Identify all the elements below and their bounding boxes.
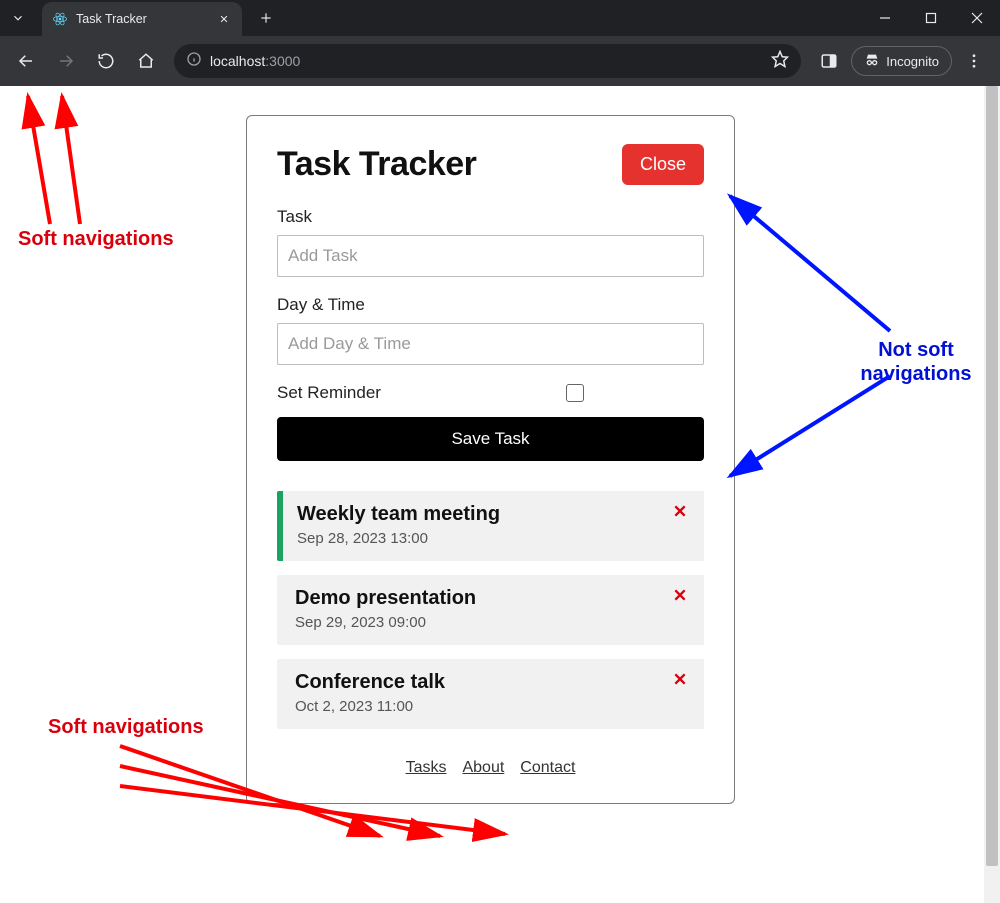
- save-task-button[interactable]: Save Task: [277, 417, 704, 461]
- address-bar[interactable]: localhost:3000: [174, 44, 801, 78]
- new-tab-button[interactable]: [252, 4, 280, 32]
- bookmark-star-icon[interactable]: [771, 50, 789, 73]
- task-tracker-card: Task Tracker Close Task Day & Time Set R…: [246, 115, 735, 804]
- side-panel-icon[interactable]: [811, 43, 847, 79]
- task-input[interactable]: [277, 235, 704, 277]
- page-viewport: Task Tracker Close Task Day & Time Set R…: [0, 86, 1000, 903]
- task-label: Task: [277, 207, 704, 227]
- incognito-icon: [864, 52, 880, 71]
- task-item[interactable]: Weekly team meeting Sep 28, 2023 13:00: [277, 491, 704, 561]
- task-field: Task: [277, 207, 704, 277]
- window-controls: [862, 0, 1000, 36]
- day-input[interactable]: [277, 323, 704, 365]
- tab-title: Task Tracker: [76, 12, 208, 26]
- url-text: localhost:3000: [210, 53, 763, 69]
- delete-task-icon[interactable]: [672, 587, 688, 608]
- home-button[interactable]: [128, 43, 164, 79]
- card-header: Task Tracker Close: [277, 144, 704, 185]
- url-host: localhost: [210, 53, 265, 69]
- forward-button[interactable]: [48, 43, 84, 79]
- task-day: Sep 29, 2023 09:00: [295, 614, 476, 631]
- task-item[interactable]: Demo presentation Sep 29, 2023 09:00: [277, 575, 704, 645]
- tab-search-dropdown-icon[interactable]: [0, 0, 36, 36]
- incognito-indicator[interactable]: Incognito: [851, 46, 952, 76]
- tab-close-icon[interactable]: [216, 11, 232, 27]
- task-title: Demo presentation: [295, 587, 476, 610]
- browser-tab[interactable]: Task Tracker: [42, 2, 242, 36]
- delete-task-icon[interactable]: [672, 503, 688, 524]
- delete-task-icon[interactable]: [672, 671, 688, 692]
- incognito-label: Incognito: [886, 54, 939, 69]
- titlebar: Task Tracker: [0, 0, 1000, 36]
- day-label: Day & Time: [277, 295, 704, 315]
- kebab-menu-icon[interactable]: [956, 43, 992, 79]
- toolbar-right: Incognito: [811, 43, 992, 79]
- task-title: Weekly team meeting: [297, 503, 500, 526]
- browser-toolbar: localhost:3000 Incognito: [0, 36, 1000, 86]
- tasks-list: Weekly team meeting Sep 28, 2023 13:00 D…: [277, 491, 704, 729]
- task-text: Demo presentation Sep 29, 2023 09:00: [295, 587, 476, 631]
- task-text: Conference talk Oct 2, 2023 11:00: [295, 671, 445, 715]
- reminder-row: Set Reminder: [277, 383, 704, 403]
- annotation-arrow-icon: [80, 716, 580, 876]
- site-info-icon[interactable]: [186, 51, 202, 72]
- browser-chrome: Task Tracker: [0, 0, 1000, 86]
- url-port: :3000: [265, 53, 300, 69]
- annotation-arrow-icon: [700, 166, 1000, 516]
- annotation-arrow-icon: [0, 86, 250, 266]
- minimize-button[interactable]: [862, 0, 908, 36]
- close-button[interactable]: Close: [622, 144, 704, 185]
- reminder-checkbox[interactable]: [566, 384, 584, 402]
- task-text: Weekly team meeting Sep 28, 2023 13:00: [297, 503, 500, 547]
- back-button[interactable]: [8, 43, 44, 79]
- task-title: Conference talk: [295, 671, 445, 694]
- reload-button[interactable]: [88, 43, 124, 79]
- react-favicon-icon: [52, 11, 68, 27]
- day-field: Day & Time: [277, 295, 704, 365]
- app-title: Task Tracker: [277, 145, 476, 184]
- reminder-label: Set Reminder: [277, 383, 381, 403]
- close-window-button[interactable]: [954, 0, 1000, 36]
- maximize-button[interactable]: [908, 0, 954, 36]
- task-day: Sep 28, 2023 13:00: [297, 530, 500, 547]
- task-day: Oct 2, 2023 11:00: [295, 698, 445, 715]
